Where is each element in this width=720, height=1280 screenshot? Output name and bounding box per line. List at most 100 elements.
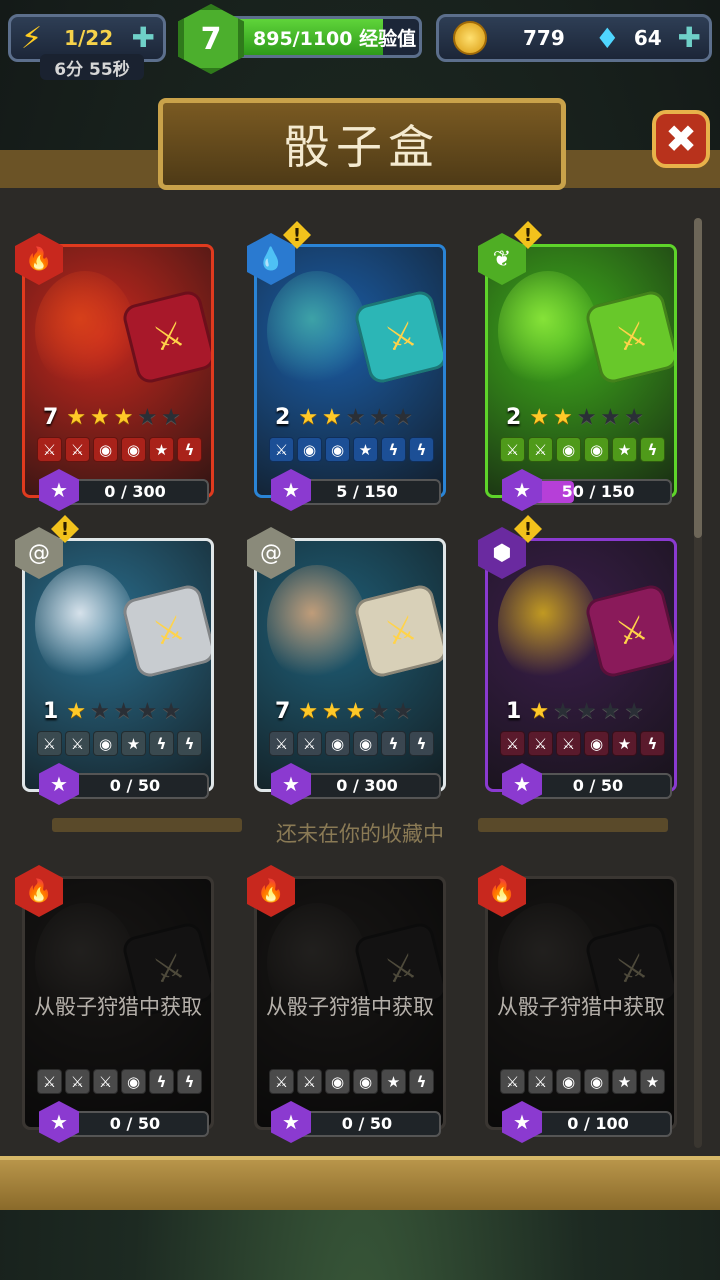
- dice-face-icon: ◉: [121, 437, 146, 462]
- locked-dice-card[interactable]: ⚔ 🔥 从骰子狩猎中获取 ⚔ ⚔ ◉ ◉ ★ ★ ★ 0 / 100: [478, 865, 677, 1143]
- dice-face-icon: ★: [640, 1069, 665, 1094]
- dice-face-icon: ⚔: [500, 437, 525, 462]
- dice-face-icon: ⚔: [500, 731, 525, 756]
- star-icon: ★: [161, 699, 181, 724]
- rank-number: 7: [275, 699, 291, 724]
- dice-face-icon: ⚔: [556, 731, 581, 756]
- dice-illustration: ⚔: [352, 288, 443, 386]
- dice-face-icon: ϟ: [409, 437, 434, 462]
- dice-face-icon: ◉: [325, 437, 350, 462]
- level-badge: 7: [178, 4, 244, 74]
- card-progress-bar: 0 / 50: [61, 773, 209, 799]
- dice-illustration: ⚔: [120, 582, 211, 680]
- card-progress-bar: 0 / 50: [524, 773, 672, 799]
- dice-card[interactable]: ⚔ ⬢! 1 ★ ★ ★ ★ ★ ⚔ ⚔ ⚔ ◉ ★ ϟ ★ 0 / 50: [478, 515, 677, 805]
- not-collected-label: 还未在你的收藏中: [276, 822, 444, 846]
- dice-face-icon: ◉: [297, 437, 322, 462]
- locked-dice-card[interactable]: ⚔ 🔥 从骰子狩猎中获取 ⚔ ⚔ ⚔ ◉ ϟ ϟ ★ 0 / 50: [15, 865, 214, 1143]
- dice-face-icon: ϟ: [177, 1069, 202, 1094]
- star-icon: ★: [553, 405, 573, 430]
- diamond-icon: ♦: [594, 21, 620, 55]
- bottom-beam: [0, 1156, 720, 1210]
- scrollbar-thumb[interactable]: [694, 218, 702, 538]
- coin-value: 779: [523, 26, 565, 50]
- monster-illustration: [35, 271, 135, 391]
- card-progress-bar: 0 / 50: [61, 1111, 209, 1137]
- dice-face-icon: ⚔: [528, 1069, 553, 1094]
- dice-face-icon: ◉: [325, 731, 350, 756]
- star-icon: ★: [576, 405, 597, 430]
- dice-face-icon: ⚔: [500, 1069, 525, 1094]
- obtain-hint: 从骰子狩猎中获取: [497, 995, 665, 1019]
- star-icon: ★: [600, 405, 621, 430]
- dice-face-icon: ⚔: [93, 1069, 118, 1094]
- dice-face-icon: ◉: [93, 731, 118, 756]
- dice-face-icon: ◉: [353, 731, 378, 756]
- progress-text: 0 / 300: [104, 482, 166, 501]
- monster-illustration: [267, 565, 367, 685]
- energy-timer: 6分 55秒: [40, 54, 144, 80]
- add-gems-plus-icon[interactable]: ✚: [678, 23, 701, 53]
- rank-stars: 7 ★ ★ ★ ★ ★: [275, 699, 413, 724]
- rank-stars: 2 ★ ★ ★ ★ ★: [275, 405, 413, 430]
- dice-face-icon: ★: [612, 437, 637, 462]
- dice-faces: ⚔ ⚔ ◉ ◉ ϟ ϟ: [269, 731, 434, 756]
- progress-text: 0 / 50: [341, 1114, 393, 1133]
- star-icon: ★: [369, 699, 390, 724]
- dice-face-icon: ϟ: [177, 731, 202, 756]
- dice-face-icon: ⚔: [65, 731, 90, 756]
- rank-stars: 2 ★ ★ ★ ★ ★: [506, 405, 644, 430]
- dice-card[interactable]: ⚔ 💧! 2 ★ ★ ★ ★ ★ ⚔ ◉ ◉ ★ ϟ ϟ ★ 5 / 150: [247, 221, 446, 511]
- close-button[interactable]: ✖: [652, 110, 710, 168]
- star-icon: ★: [529, 405, 550, 430]
- monster-illustration: [498, 565, 598, 685]
- dice-face-icon: ϟ: [177, 437, 202, 462]
- dice-face-icon: ⚔: [528, 731, 553, 756]
- star-icon: ★: [393, 405, 413, 430]
- dice-face-icon: ◉: [353, 1069, 378, 1094]
- dice-face-icon: ★: [381, 1069, 406, 1094]
- dice-face-icon: ⚔: [37, 1069, 62, 1094]
- star-icon: ★: [600, 699, 621, 724]
- dice-face-icon: ϟ: [409, 731, 434, 756]
- star-icon: ★: [624, 405, 644, 430]
- coin-icon: [453, 21, 487, 55]
- dice-face-icon: ⚔: [297, 1069, 322, 1094]
- dice-face-icon: ϟ: [381, 437, 406, 462]
- dice-faces: ⚔ ⚔ ⚔ ◉ ϟ ϟ: [37, 1069, 202, 1094]
- star-icon: ★: [345, 699, 366, 724]
- dice-face-icon: ⚔: [37, 731, 62, 756]
- star-icon: ★: [393, 699, 413, 724]
- dice-faces: ⚔ ⚔ ◉ ◉ ★ ϟ: [269, 1069, 434, 1094]
- dice-card[interactable]: ⚔ 🔥 7 ★ ★ ★ ★ ★ ⚔ ⚔ ◉ ◉ ★ ϟ ★ 0 / 300: [15, 233, 214, 511]
- dice-face-icon: ⚔: [297, 731, 322, 756]
- dice-card[interactable]: ⚔ @7 ★ ★ ★ ★ ★ ⚔ ⚔ ◉ ◉ ϟ ϟ ★ 0 / 300: [247, 527, 446, 805]
- star-icon: ★: [624, 699, 644, 724]
- dice-illustration: ⚔: [583, 288, 674, 386]
- locked-dice-card[interactable]: ⚔ 🔥 从骰子狩猎中获取 ⚔ ⚔ ◉ ◉ ★ ϟ ★ 0 / 50: [247, 865, 446, 1143]
- dice-face-icon: ★: [612, 1069, 637, 1094]
- energy-value: 1/22: [64, 26, 114, 50]
- dice-faces: ⚔ ◉ ◉ ★ ϟ ϟ: [269, 437, 434, 462]
- monster-illustration: [498, 271, 598, 391]
- star-icon: ★: [529, 699, 550, 724]
- dice-face-icon: ϟ: [149, 731, 174, 756]
- card-progress-bar: 0 / 300: [293, 773, 441, 799]
- scrollbar[interactable]: [694, 218, 702, 1148]
- dice-face-icon: ϟ: [381, 731, 406, 756]
- currency-bar[interactable]: 779 ♦ 64 ✚: [436, 14, 712, 62]
- rank-number: 1: [43, 699, 59, 724]
- dice-card[interactable]: ⚔ @! 1 ★ ★ ★ ★ ★ ⚔ ⚔ ◉ ★ ϟ ϟ ★ 0 / 50: [15, 515, 214, 805]
- dice-face-icon: ◉: [325, 1069, 350, 1094]
- obtain-hint: 从骰子狩猎中获取: [34, 995, 202, 1019]
- dice-face-icon: ϟ: [149, 1069, 174, 1094]
- dice-face-icon: ⚔: [37, 437, 62, 462]
- progress-text: 0 / 300: [336, 776, 398, 795]
- add-energy-plus-icon[interactable]: ✚: [132, 23, 155, 53]
- dice-card[interactable]: ⚔ ❦! 2 ★ ★ ★ ★ ★ ⚔ ⚔ ◉ ◉ ★ ϟ ★ 50 / 150: [478, 221, 677, 511]
- rank-stars: 1 ★ ★ ★ ★ ★: [43, 699, 181, 724]
- dice-face-icon: ⚔: [269, 731, 294, 756]
- dice-face-icon: ◉: [556, 437, 581, 462]
- card-progress-bar: 0 / 300: [61, 479, 209, 505]
- rank-stars: 7 ★ ★ ★ ★ ★: [43, 405, 181, 430]
